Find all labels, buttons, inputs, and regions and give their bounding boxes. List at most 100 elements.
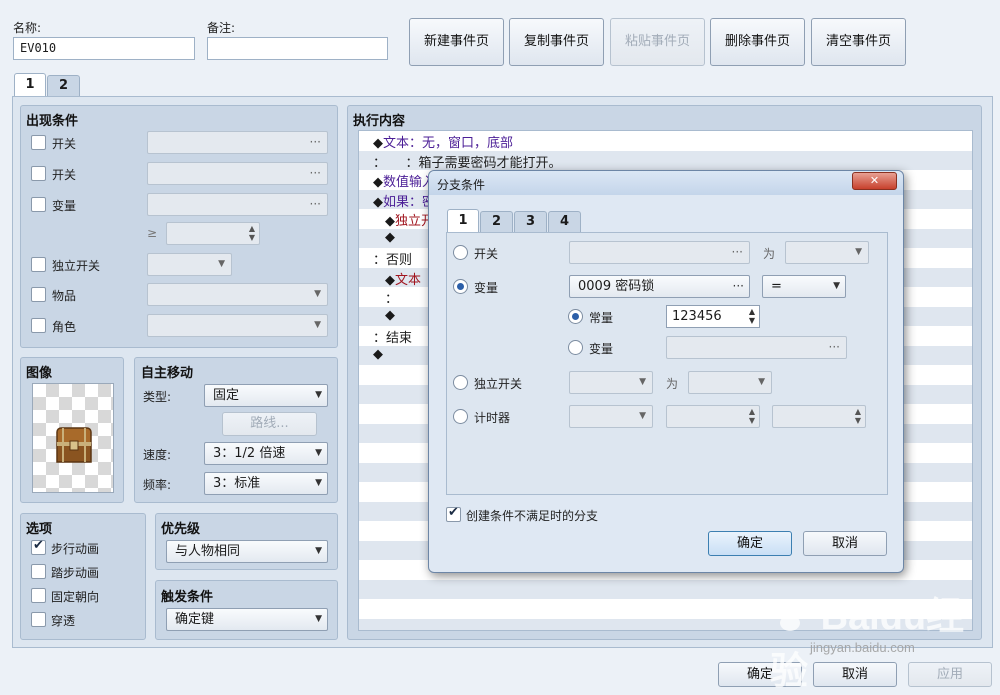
tab-page-1[interactable]: 1 [14,73,46,97]
dialog-tab-content [446,232,888,495]
switch1-selector[interactable]: ··· [147,131,328,154]
variable-radio[interactable] [453,279,468,294]
chevron-down-icon: ▼ [314,320,321,330]
else-branch-label: 创建条件不满足时的分支 [466,509,599,523]
dialog-cancel-button[interactable]: 取消 [803,531,887,556]
operator-dropdown[interactable]: = ▼ [762,275,846,298]
constant-radio[interactable] [568,309,583,324]
timer-minutes-spinner[interactable]: ▲ ▼ [666,405,760,428]
route-button[interactable]: 路线... [222,412,317,436]
chevron-down-icon: ▼ [218,259,225,269]
command-prefix: ◆ [385,229,395,245]
item-dropdown[interactable]: ▼ [147,283,328,306]
tab-page-2[interactable]: 2 [47,75,80,97]
command-text: ：箱子需要密码才能打开。 [379,155,562,171]
priority-dropdown[interactable]: 与人物相同 ▼ [166,540,328,563]
dialog-tab-1[interactable]: 1 [447,209,479,233]
chevron-down-icon: ▼ [639,411,646,421]
command-prefix: ◆ [373,346,383,362]
constant-label: 常量 [589,311,614,325]
stepping-anim-checkbox[interactable] [31,564,46,579]
self-switch-checkbox[interactable] [31,257,46,272]
dialog-tab-3[interactable]: 3 [514,211,547,233]
ellipsis-icon: ··· [309,197,321,211]
paw-icon [774,601,807,631]
variable-selector[interactable]: ··· [147,193,328,216]
actor-dropdown[interactable]: ▼ [147,314,328,337]
command-text: 文本：无，窗口，底部 [383,136,514,151]
command-line[interactable]: ◆ [373,347,383,362]
copy-page-button[interactable]: 复制事件页 [509,18,604,66]
timer-compare-dropdown[interactable]: ▼ [569,405,653,428]
speed-dropdown[interactable]: 3：1/2 倍速 ▼ [204,442,328,465]
chevron-down-icon: ▼ [315,390,322,400]
autonomous-title: 自主移动 [141,366,194,381]
switch1-checkbox[interactable] [31,135,46,150]
chevron-down-icon: ▼ [315,546,322,556]
variable-checkbox[interactable] [31,197,46,212]
type-dropdown[interactable]: 固定 ▼ [204,384,328,407]
dialog-tab-4[interactable]: 4 [548,211,581,233]
actor-checkbox[interactable] [31,318,46,333]
dialog-tab-2[interactable]: 2 [480,211,513,233]
freq-dropdown[interactable]: 3：标准 ▼ [204,472,328,495]
command-line[interactable]: ◆ [385,230,395,245]
command-line[interactable]: ：结束 [373,327,412,346]
treasure-chest-icon [56,427,92,463]
timer-radio[interactable] [453,409,468,424]
command-prefix: ： [385,292,399,307]
compare-variable-radio[interactable] [568,340,583,355]
variable-selector[interactable]: 0009 密码锁 ··· [569,275,750,298]
paste-page-button[interactable]: 粘贴事件页 [610,18,705,66]
switch-selector[interactable]: ··· [569,241,750,264]
image-preview[interactable] [32,383,114,493]
new-page-button[interactable]: 新建事件页 [409,18,504,66]
self-switch-radio[interactable] [453,375,468,390]
command-line[interactable]: ： [385,288,398,307]
switch2-selector[interactable]: ··· [147,162,328,185]
name-label: 名称: [13,21,42,35]
self-switch-dropdown[interactable]: ▼ [147,253,232,276]
freq-label: 频率: [143,478,172,492]
delete-page-button[interactable]: 删除事件页 [710,18,805,66]
command-line[interactable]: ◆文本：无，窗口，底部 [373,132,513,151]
switch-state-dropdown[interactable]: ▼ [785,241,869,264]
ellipsis-icon: ··· [732,279,744,293]
command-line[interactable]: ◆文本 [385,269,421,288]
trigger-dropdown[interactable]: 确定键 ▼ [166,608,328,631]
chevron-down-icon: ▼ [315,478,322,488]
else-branch-checkbox[interactable] [446,505,461,522]
switch-radio[interactable] [453,245,468,260]
ellipsis-icon: ··· [309,166,321,180]
command-prefix: ◆ [385,272,395,288]
chevron-down-icon: ▼ [833,281,840,291]
is-label-2: 为 [666,377,679,391]
note-input[interactable] [207,37,388,60]
name-input[interactable]: EV010 [13,37,195,60]
through-checkbox[interactable] [31,612,46,627]
item-label: 物品 [52,289,77,303]
dialog-ok-button[interactable]: 确定 [708,531,792,556]
command-line[interactable]: ：否则 [373,249,412,268]
speed-label: 速度: [143,448,172,462]
ge-symbol: ≥ [147,226,158,240]
self-switch-state-dropdown[interactable]: ▼ [688,371,772,394]
walking-anim-checkbox[interactable] [31,538,46,555]
constant-spinner[interactable]: 123456 ▲ ▼ [666,305,760,328]
command-line[interactable]: ： ：箱子需要密码才能打开。 [373,152,562,171]
command-line[interactable]: ◆如果：密 [373,191,435,210]
command-line[interactable]: ◆ [385,308,395,323]
switch2-checkbox[interactable] [31,166,46,181]
ellipsis-icon: ··· [309,135,321,149]
priority-title: 优先级 [161,522,201,537]
self-switch-dropdown[interactable]: ▼ [569,371,653,394]
command-line[interactable]: ◆独立开 [385,210,434,229]
compare-variable-selector[interactable]: ··· [666,336,847,359]
command-line[interactable]: ◆数值输入 [373,171,435,190]
timer-seconds-spinner[interactable]: ▲ ▼ [772,405,866,428]
clear-page-button[interactable]: 清空事件页 [811,18,906,66]
direction-fix-checkbox[interactable] [31,588,46,603]
variable-value-spinner[interactable]: ▲ ▼ [166,222,260,245]
close-icon[interactable]: ✕ [852,172,897,190]
item-checkbox[interactable] [31,287,46,302]
